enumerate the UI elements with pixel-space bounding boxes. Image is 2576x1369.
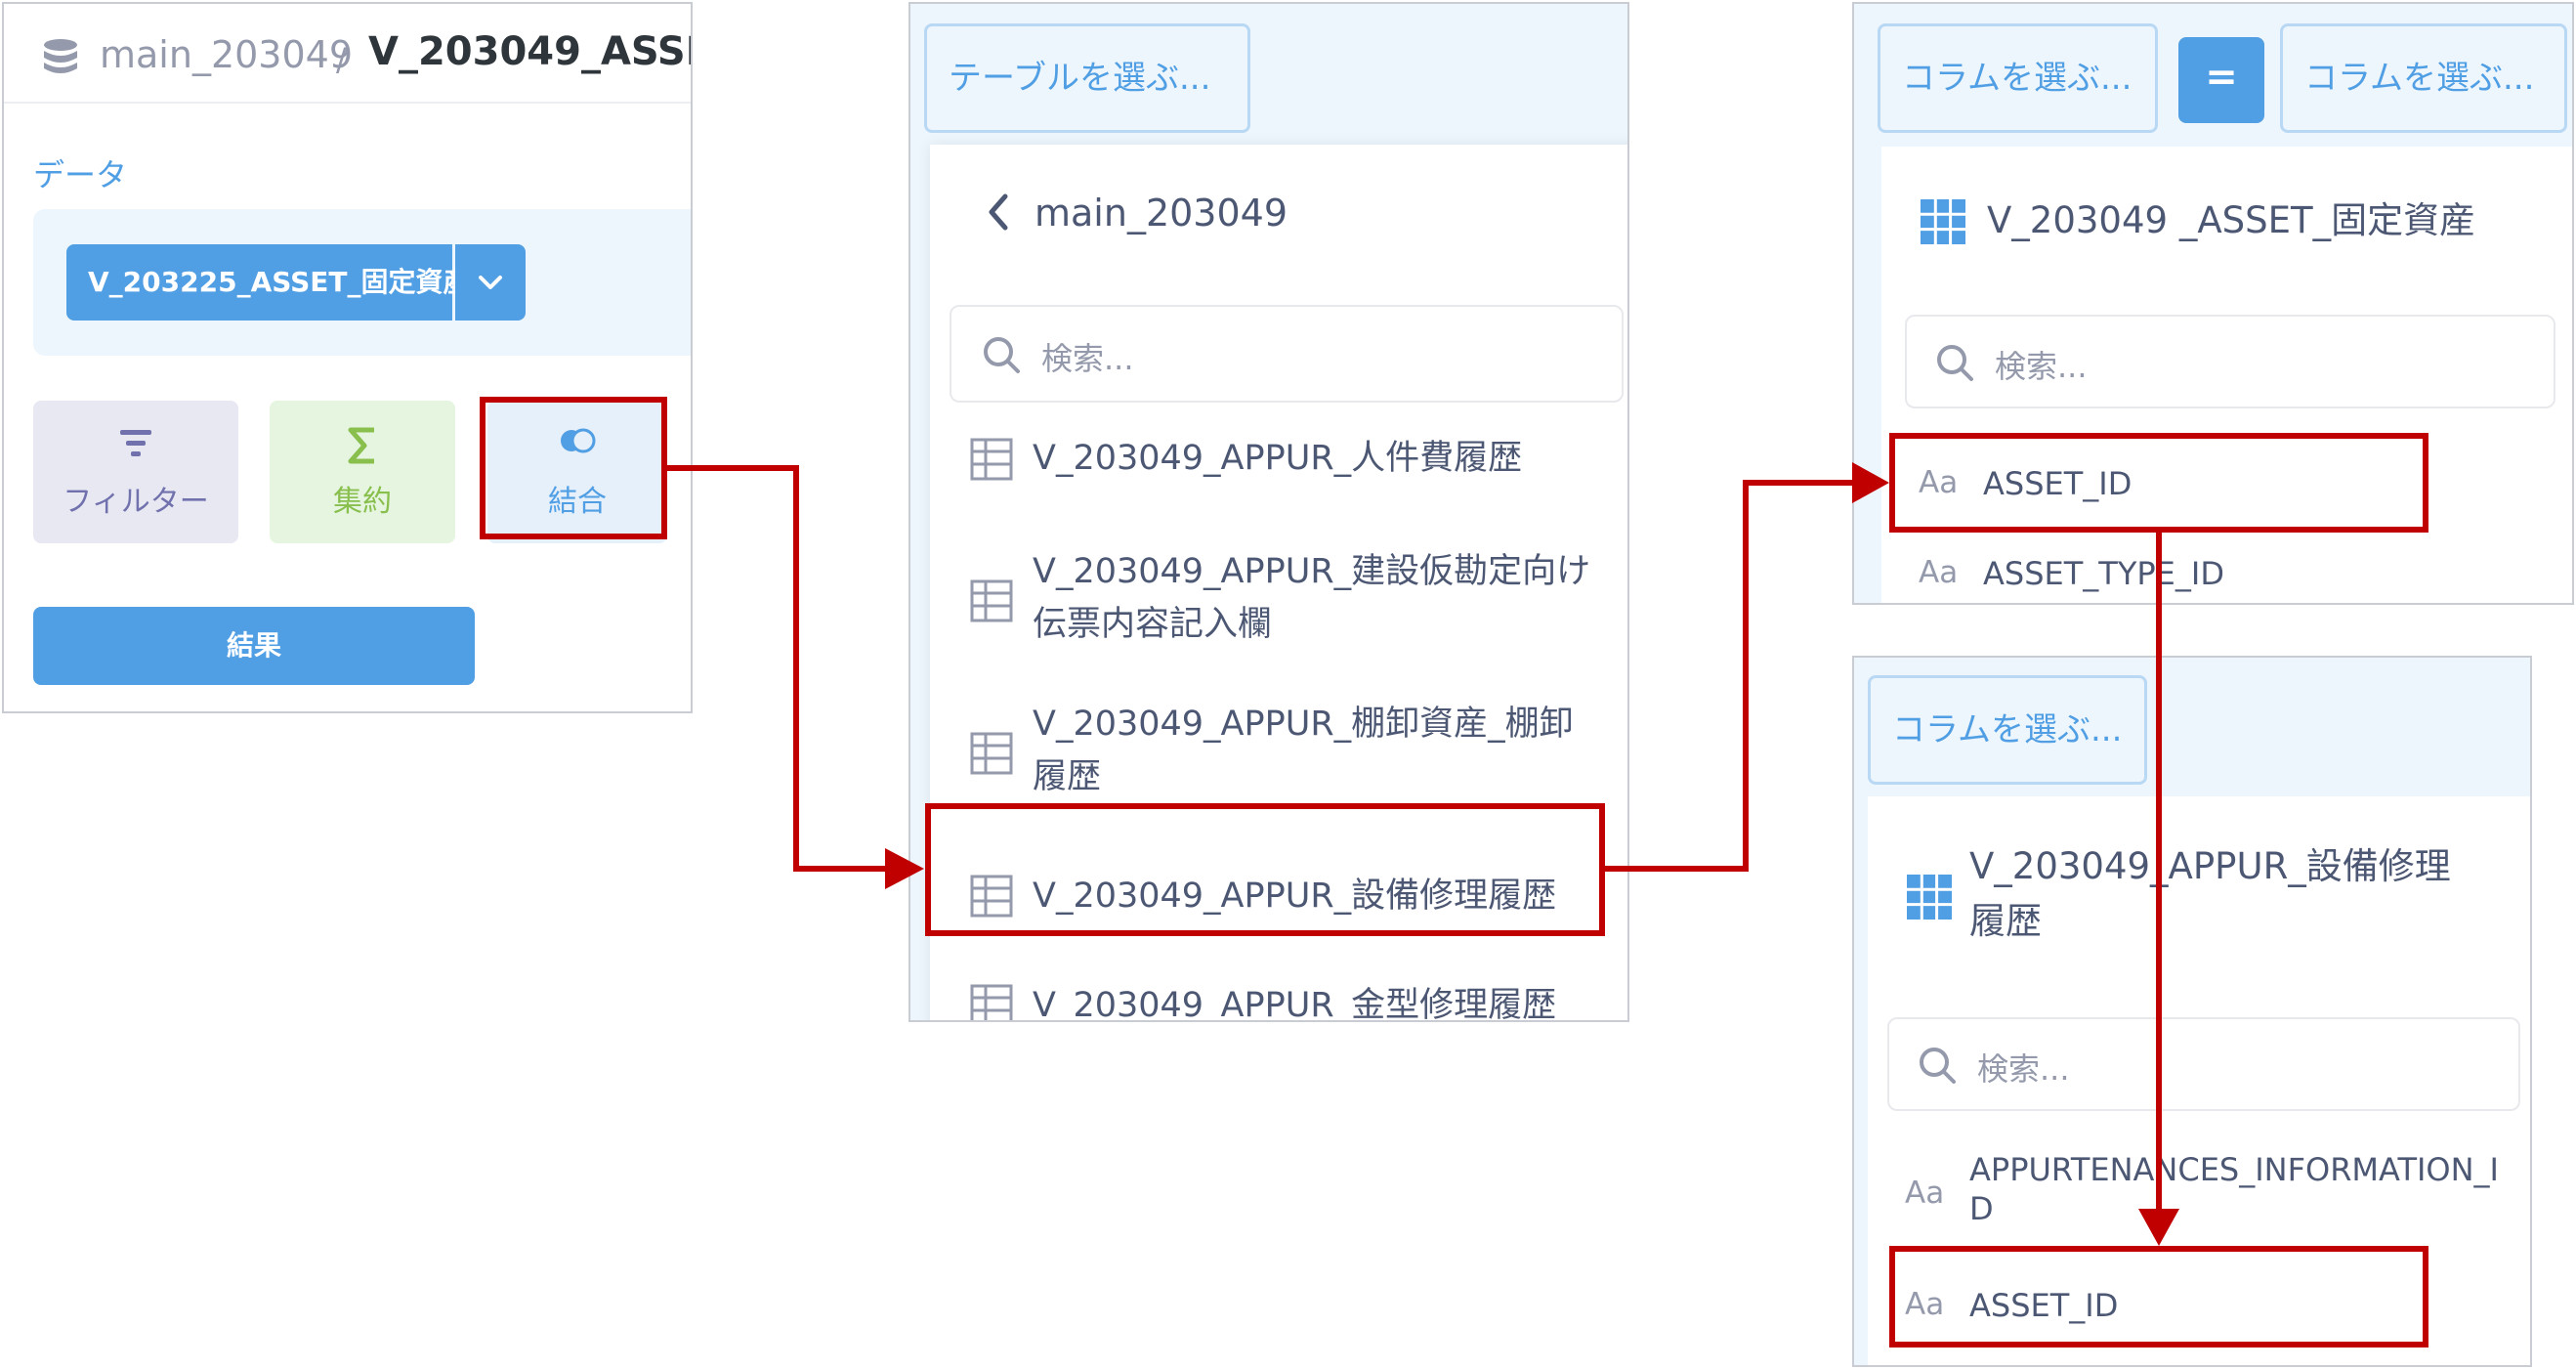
arrow-join-to-table [667, 465, 924, 889]
arrow-column-to-column [2138, 533, 2179, 1246]
annotation-arrows [667, 462, 2179, 1246]
arrow-table-to-column [1605, 462, 1889, 872]
